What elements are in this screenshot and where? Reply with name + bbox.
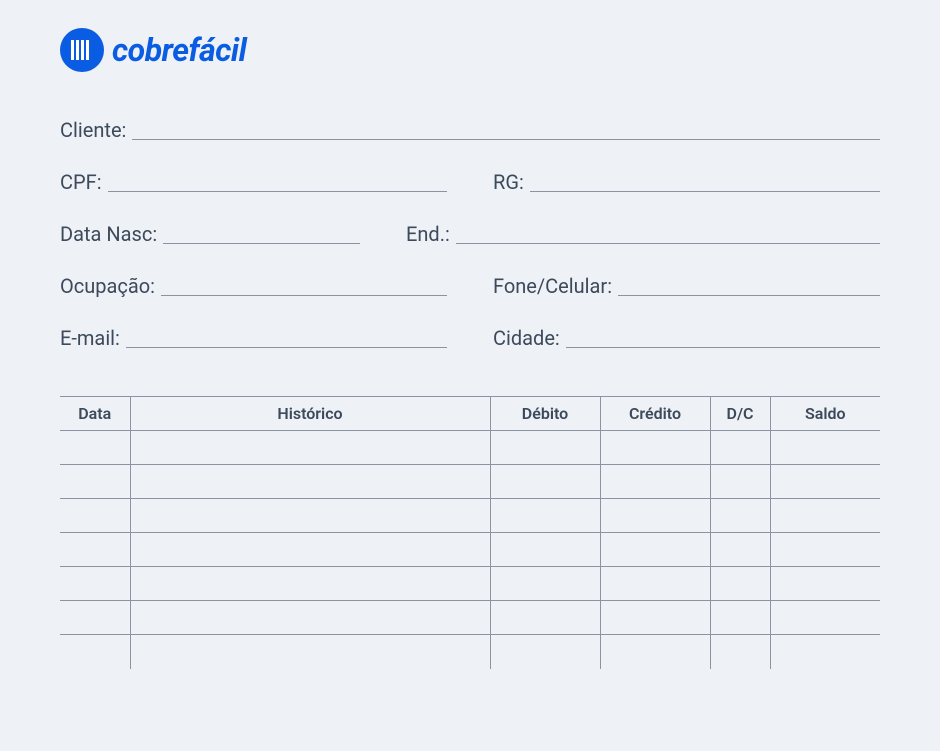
label-ocupacao: Ocupação: [60,276,155,296]
field-ocupacao: Ocupação: [60,276,447,296]
table-cell[interactable] [130,635,490,669]
table-cell[interactable] [770,635,880,669]
table-cell[interactable] [600,465,710,499]
table-cell[interactable] [600,533,710,567]
table-cell[interactable] [600,601,710,635]
table-cell[interactable] [710,635,770,669]
table-cell[interactable] [770,601,880,635]
field-fone: Fone/Celular: [493,276,880,296]
table-cell[interactable] [710,499,770,533]
input-ocupacao-line[interactable] [161,295,447,296]
col-header-debito: Débito [490,397,600,431]
table-row [60,465,880,499]
table-row [60,601,880,635]
table-cell[interactable] [600,567,710,601]
table-cell[interactable] [710,431,770,465]
table-row [60,499,880,533]
col-header-historico: Histórico [130,397,490,431]
table-row [60,431,880,465]
table-cell[interactable] [60,635,130,669]
col-header-credito: Crédito [600,397,710,431]
table-cell[interactable] [770,499,880,533]
table-cell[interactable] [770,431,880,465]
input-cliente-line[interactable] [132,139,880,140]
table-cell[interactable] [130,431,490,465]
table-cell[interactable] [710,567,770,601]
field-end: End.: [406,224,880,244]
field-rg: RG: [493,172,880,192]
field-cidade: Cidade: [493,328,880,348]
table-cell[interactable] [60,431,130,465]
table-cell[interactable] [490,567,600,601]
input-cidade-line[interactable] [566,347,880,348]
table-cell[interactable] [60,601,130,635]
client-form: Cliente: CPF: RG: Data Nasc: End.: Ocupa… [60,120,880,348]
table-cell[interactable] [710,465,770,499]
table-cell[interactable] [130,601,490,635]
table-cell[interactable] [60,567,130,601]
label-cidade: Cidade: [493,328,560,348]
table-cell[interactable] [130,465,490,499]
table-cell[interactable] [710,601,770,635]
table-cell[interactable] [130,533,490,567]
table-cell[interactable] [490,635,600,669]
field-cliente: Cliente: [60,120,880,140]
brand-name: cobrefácil [112,31,246,69]
label-rg: RG: [493,172,524,192]
table-cell[interactable] [60,499,130,533]
col-header-dc: D/C [710,397,770,431]
input-email-line[interactable] [126,347,447,348]
field-data-nasc: Data Nasc: [60,224,360,244]
table-cell[interactable] [130,499,490,533]
input-cpf-line[interactable] [108,191,447,192]
field-cpf: CPF: [60,172,447,192]
label-cpf: CPF: [60,172,102,192]
table-cell[interactable] [600,431,710,465]
table-cell[interactable] [490,601,600,635]
col-header-saldo: Saldo [770,397,880,431]
ledger-table: Data Histórico Débito Crédito D/C Saldo [60,396,880,669]
col-header-data: Data [60,397,130,431]
table-cell[interactable] [600,499,710,533]
input-data-nasc-line[interactable] [163,243,360,244]
label-data-nasc: Data Nasc: [60,224,157,244]
table-row [60,533,880,567]
label-cliente: Cliente: [60,120,126,140]
brand-logo: cobrefácil [60,28,880,72]
barcode-icon [60,28,104,72]
table-row [60,567,880,601]
table-row [60,635,880,669]
table-cell[interactable] [60,533,130,567]
table-cell[interactable] [770,465,880,499]
table-cell[interactable] [130,567,490,601]
label-end: End.: [406,224,450,244]
field-email: E-mail: [60,328,447,348]
table-cell[interactable] [490,533,600,567]
table-cell[interactable] [490,499,600,533]
table-cell[interactable] [770,567,880,601]
table-cell[interactable] [770,533,880,567]
label-fone: Fone/Celular: [493,276,612,296]
table-cell[interactable] [600,635,710,669]
table-cell[interactable] [710,533,770,567]
input-end-line[interactable] [456,243,880,244]
table-cell[interactable] [60,465,130,499]
label-email: E-mail: [60,328,120,348]
input-rg-line[interactable] [530,191,880,192]
table-cell[interactable] [490,431,600,465]
input-fone-line[interactable] [618,295,880,296]
table-cell[interactable] [490,465,600,499]
